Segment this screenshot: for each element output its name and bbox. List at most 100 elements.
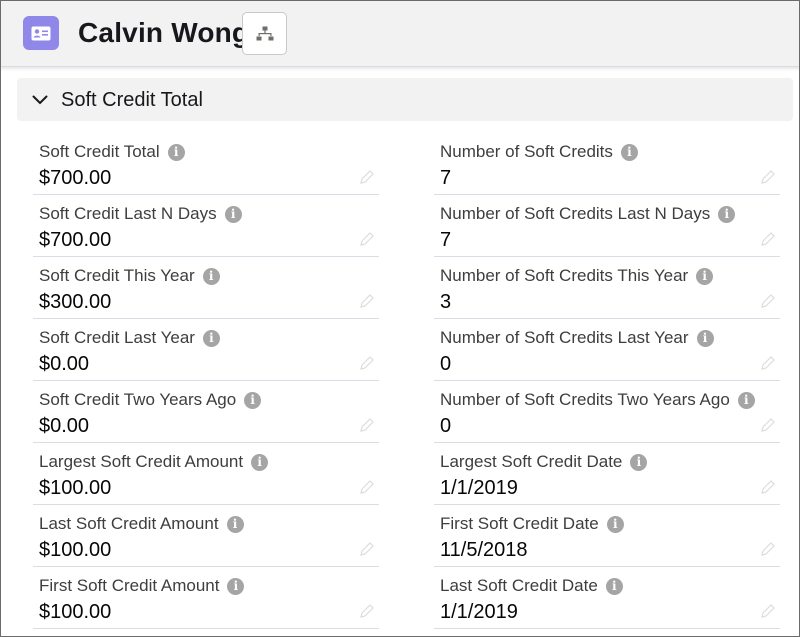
- record-title: Calvin Wong: [78, 17, 250, 48]
- field-value: 7: [440, 229, 452, 251]
- field-last-soft-credit-amount: Last Soft Credit Amount i $100.00: [33, 505, 379, 567]
- info-icon[interactable]: i: [737, 391, 755, 409]
- field-label-row: First Soft Credit Date i: [440, 513, 624, 535]
- field-soft-credit-this-year: Soft Credit This Year i $300.00: [33, 257, 379, 319]
- field-label-row: Last Soft Credit Amount i: [39, 513, 244, 535]
- field-value: $700.00: [39, 167, 112, 189]
- pencil-icon[interactable]: [758, 167, 778, 187]
- pencil-icon[interactable]: [357, 415, 377, 435]
- field-largest-soft-credit-amount: Largest Soft Credit Amount i $100.00: [33, 443, 379, 505]
- field-label: Soft Credit Last N Days: [39, 204, 217, 223]
- field-label: Last Soft Credit Date: [440, 576, 598, 595]
- field-number-of-soft-credits-last-n-days: Number of Soft Credits Last N Days i 7: [434, 195, 780, 257]
- pencil-icon[interactable]: [357, 477, 377, 497]
- info-icon[interactable]: i: [202, 329, 220, 347]
- field-label-row: Soft Credit Total i: [39, 141, 185, 163]
- field-label-row: Number of Soft Credits Two Years Ago i: [440, 389, 755, 411]
- field-largest-soft-credit-date: Largest Soft Credit Date i 1/1/2019: [434, 443, 780, 505]
- hierarchy-icon: [256, 26, 273, 40]
- info-icon[interactable]: i: [244, 391, 262, 409]
- pencil-icon[interactable]: [758, 415, 778, 435]
- field-label-row: Soft Credit Last N Days i: [39, 203, 242, 225]
- field-value: 0: [440, 415, 452, 437]
- record-header: Calvin Wong: [1, 1, 799, 67]
- field-soft-credit-last-year: Soft Credit Last Year i $0.00: [33, 319, 379, 381]
- field-label: Soft Credit Two Years Ago: [39, 390, 237, 409]
- field-label: Largest Soft Credit Date: [440, 452, 623, 471]
- info-icon[interactable]: i: [226, 515, 244, 533]
- field-label-row: Number of Soft Credits Last N Days i: [440, 203, 736, 225]
- section-toggle-soft-credit-total[interactable]: Soft Credit Total: [17, 78, 793, 121]
- field-label-row: Soft Credit Last Year i: [39, 327, 220, 349]
- field-label: Number of Soft Credits This Year: [440, 266, 689, 285]
- field-label: Number of Soft Credits Two Years Ago: [440, 390, 730, 409]
- info-icon[interactable]: i: [718, 205, 736, 223]
- field-number-of-soft-credits-this-year: Number of Soft Credits This Year i 3: [434, 257, 780, 319]
- field-value: 7: [440, 167, 452, 189]
- pencil-icon[interactable]: [758, 601, 778, 621]
- view-hierarchy-button[interactable]: [242, 12, 287, 55]
- pencil-icon[interactable]: [758, 477, 778, 497]
- field-label: Number of Soft Credits Last Year: [440, 328, 689, 347]
- field-label: First Soft Credit Date: [440, 514, 599, 533]
- info-icon[interactable]: i: [227, 577, 245, 595]
- field-label-row: Number of Soft Credits Last Year i: [440, 327, 714, 349]
- pencil-icon[interactable]: [758, 539, 778, 559]
- pencil-icon[interactable]: [758, 291, 778, 311]
- info-icon[interactable]: i: [696, 267, 714, 285]
- info-icon[interactable]: i: [606, 515, 624, 533]
- field-number-of-soft-credits-two-years-ago: Number of Soft Credits Two Years Ago i 0: [434, 381, 780, 443]
- pencil-icon[interactable]: [357, 229, 377, 249]
- pencil-icon[interactable]: [357, 353, 377, 373]
- pencil-icon[interactable]: [758, 353, 778, 373]
- field-label: Soft Credit This Year: [39, 266, 195, 285]
- field-soft-credit-total: Soft Credit Total i $700.00: [33, 133, 379, 195]
- pencil-icon[interactable]: [357, 601, 377, 621]
- pencil-icon[interactable]: [357, 291, 377, 311]
- field-value: $100.00: [39, 477, 112, 499]
- info-icon[interactable]: i: [620, 143, 638, 161]
- field-number-of-soft-credits-last-year: Number of Soft Credits Last Year i 0: [434, 319, 780, 381]
- field-label-row: Soft Credit This Year i: [39, 265, 220, 287]
- field-label: Number of Soft Credits: [440, 142, 613, 161]
- pencil-icon[interactable]: [357, 167, 377, 187]
- field-first-soft-credit-amount: First Soft Credit Amount i $100.00: [33, 567, 379, 629]
- info-icon[interactable]: i: [696, 329, 714, 347]
- field-label: Last Soft Credit Amount: [39, 514, 219, 533]
- info-icon[interactable]: i: [167, 143, 185, 161]
- field-label: Number of Soft Credits Last N Days: [440, 204, 711, 223]
- field-label-row: Soft Credit Two Years Ago i: [39, 389, 262, 411]
- field-label-row: Largest Soft Credit Amount i: [39, 451, 269, 473]
- field-value: $0.00: [39, 353, 90, 375]
- field-value: 11/5/2018: [440, 539, 528, 561]
- field-number-of-soft-credits: Number of Soft Credits i 7: [434, 133, 780, 195]
- info-icon[interactable]: i: [251, 453, 269, 471]
- field-value: 0: [440, 353, 452, 375]
- info-icon[interactable]: i: [202, 267, 220, 285]
- field-value: 1/1/2019: [440, 601, 518, 623]
- field-label: Soft Credit Last Year: [39, 328, 195, 347]
- field-label: First Soft Credit Amount: [39, 576, 220, 595]
- field-label-row: Last Soft Credit Date i: [440, 575, 623, 597]
- info-icon[interactable]: i: [605, 577, 623, 595]
- field-value: $300.00: [39, 291, 112, 313]
- contact-card-icon: [23, 16, 59, 50]
- section-title: Soft Credit Total: [61, 88, 203, 111]
- field-value: 1/1/2019: [440, 477, 518, 499]
- field-label-row: Largest Soft Credit Date i: [440, 451, 648, 473]
- field-last-soft-credit-date: Last Soft Credit Date i 1/1/2019: [434, 567, 780, 629]
- pencil-icon[interactable]: [357, 539, 377, 559]
- field-value: $100.00: [39, 601, 112, 623]
- field-value: $700.00: [39, 229, 112, 251]
- field-first-soft-credit-date: First Soft Credit Date i 11/5/2018: [434, 505, 780, 567]
- pencil-icon[interactable]: [758, 229, 778, 249]
- field-value: $100.00: [39, 539, 112, 561]
- field-label-row: Number of Soft Credits i: [440, 141, 638, 163]
- field-label-row: First Soft Credit Amount i: [39, 575, 245, 597]
- field-value: $0.00: [39, 415, 90, 437]
- info-icon[interactable]: i: [630, 453, 648, 471]
- field-label: Soft Credit Total: [39, 142, 160, 161]
- field-value: 3: [440, 291, 452, 313]
- field-soft-credit-two-years-ago: Soft Credit Two Years Ago i $0.00: [33, 381, 379, 443]
- info-icon[interactable]: i: [224, 205, 242, 223]
